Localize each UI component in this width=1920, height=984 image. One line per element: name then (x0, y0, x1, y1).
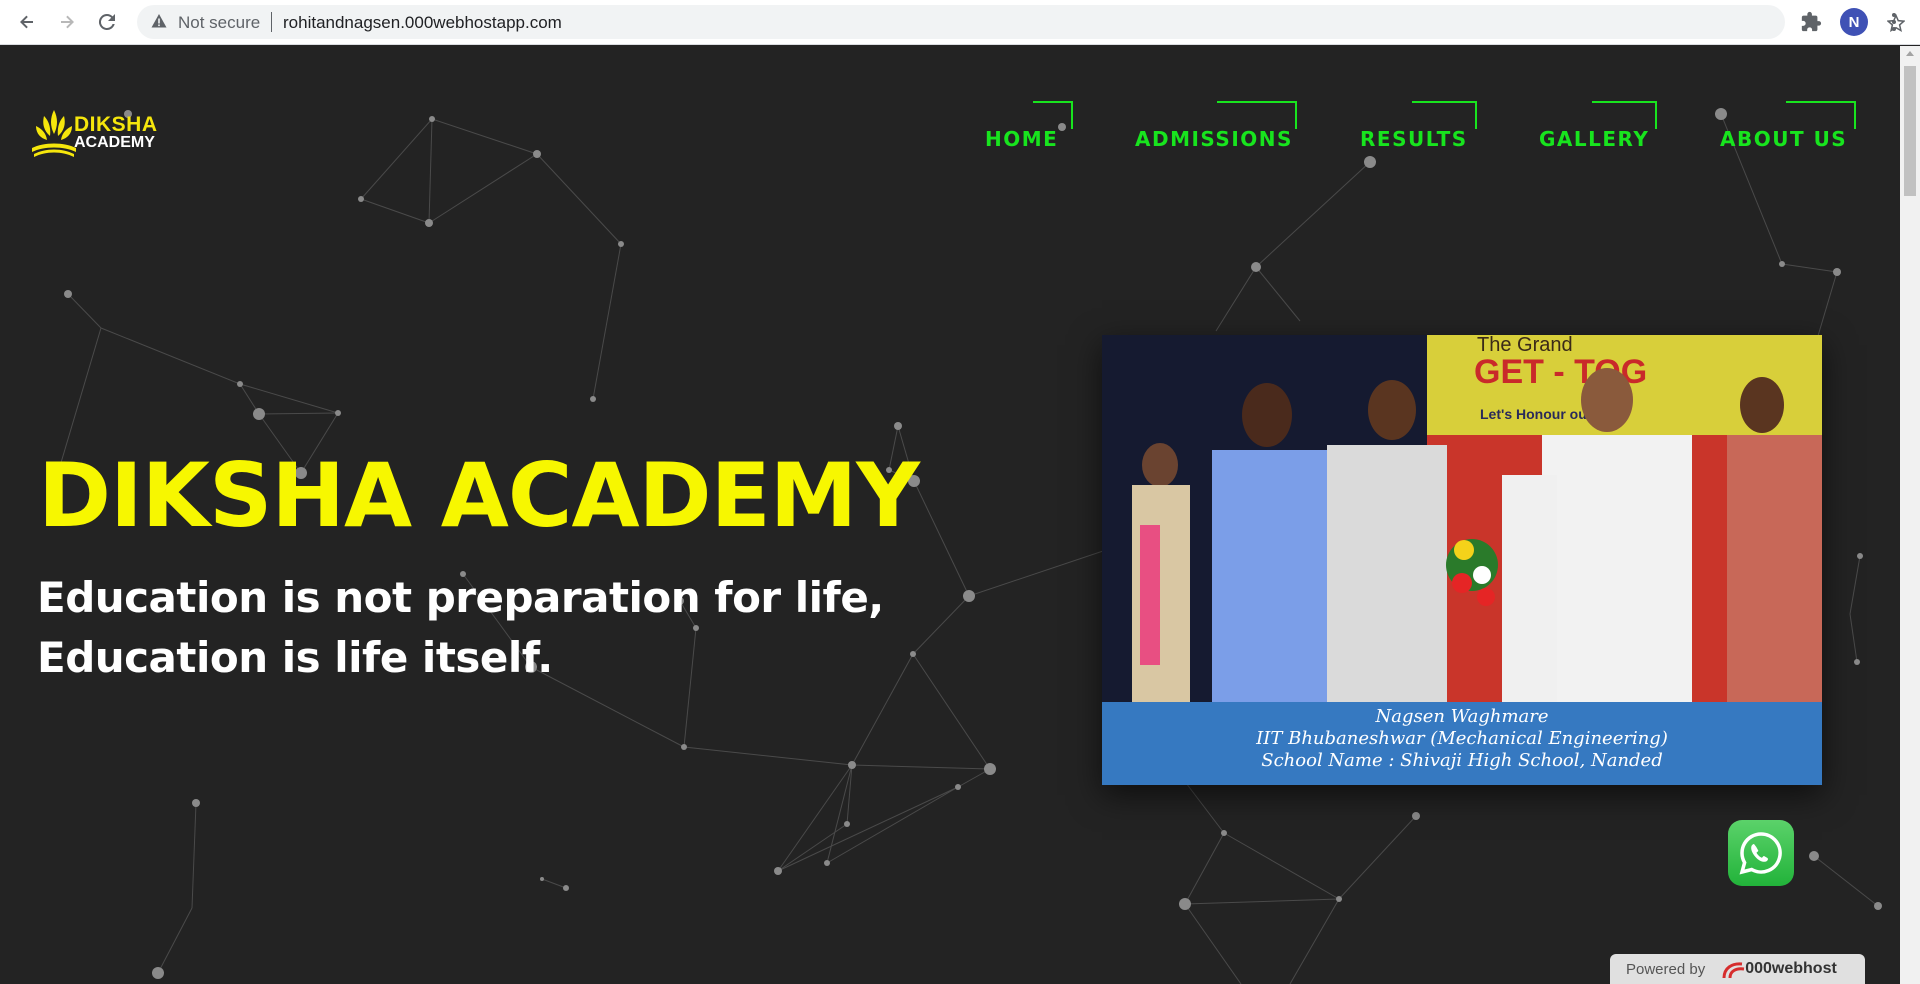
nav-about-us-label: ABOUT US (1720, 127, 1848, 151)
back-button[interactable] (15, 10, 39, 34)
nav-bracket (1033, 101, 1073, 129)
page-scrollbar[interactable] (1900, 46, 1920, 984)
address-bar[interactable]: Not secure rohitandnagsen.000webhostapp.… (137, 5, 1905, 39)
web-page: DIKSHA ACADEMY HOME ADMISSIONS RESULTS G… (0, 46, 1900, 984)
photo-caption: Nagsen Waghmare IIT Bhubaneshwar (Mechan… (1102, 702, 1822, 785)
nav-gallery-label: GALLERY (1539, 127, 1650, 151)
quote-line-1: Education is not preparation for life, (37, 573, 884, 622)
security-label: Not secure (178, 13, 261, 32)
nav-about-us[interactable]: ABOUT US (1720, 101, 1856, 151)
nav-gallery[interactable]: GALLERY (1539, 101, 1657, 151)
000webhost-logo-icon (1722, 962, 1745, 979)
nav-bracket (1412, 101, 1477, 129)
quote-line-2: Education is life itself. (37, 633, 553, 682)
url-text[interactable]: rohitandnagsen.000webhostapp.com (283, 13, 562, 33)
extensions-puzzle-icon[interactable] (1800, 11, 1822, 33)
hero-quote: Education is not preparation for life, E… (37, 568, 884, 688)
hero-title: DIKSHA ACADEMY (38, 444, 920, 547)
caption-name: Nagsen Waghmare (1375, 706, 1549, 727)
scroll-up-arrow-icon[interactable] (1906, 51, 1914, 56)
warning-icon (151, 14, 167, 28)
profile-avatar[interactable]: N (1840, 8, 1868, 36)
reload-button[interactable] (95, 10, 119, 34)
nav-home[interactable]: HOME (985, 101, 1073, 151)
powered-by-label: Powered by (1626, 960, 1706, 978)
arrow-right-icon (61, 15, 74, 29)
browser-toolbar: Not secure rohitandnagsen.000webhostapp.… (0, 0, 1920, 45)
more-menu-icon[interactable] (1890, 10, 1898, 34)
nav-bracket (1217, 101, 1297, 129)
reload-icon (98, 13, 115, 30)
student-photo-card[interactable]: The Grand GET - TOG Let's Honour our IIT (1102, 335, 1822, 785)
student-photo: The Grand GET - TOG Let's Honour our IIT (1102, 335, 1822, 702)
award-ceremony-photo: The Grand GET - TOG Let's Honour our IIT (1102, 335, 1822, 702)
whatsapp-button[interactable] (1728, 820, 1794, 886)
nav-results[interactable]: RESULTS (1360, 101, 1477, 151)
nav-results-label: RESULTS (1360, 127, 1468, 151)
nav-bracket (1786, 101, 1856, 129)
nav-admissions-label: ADMISSIONS (1135, 127, 1293, 151)
caption-school: School Name : Shivaji High School, Nande… (1261, 750, 1663, 771)
main-nav: HOME ADMISSIONS RESULTS GALLERY ABOUT US (0, 101, 1900, 161)
host-brand: 000webhost (1745, 960, 1837, 977)
nav-home-label: HOME (985, 127, 1059, 151)
nav-admissions[interactable]: ADMISSIONS (1135, 101, 1297, 151)
forward-button[interactable] (55, 10, 79, 34)
caption-college: IIT Bhubaneshwar (Mechanical Engineering… (1256, 728, 1668, 749)
separator (271, 12, 272, 32)
whatsapp-icon (1739, 832, 1782, 875)
powered-by-badge[interactable]: Powered by 000webhost (1610, 954, 1865, 984)
scroll-thumb[interactable] (1904, 66, 1916, 196)
nav-bracket (1592, 101, 1657, 129)
arrow-left-icon (20, 15, 33, 29)
